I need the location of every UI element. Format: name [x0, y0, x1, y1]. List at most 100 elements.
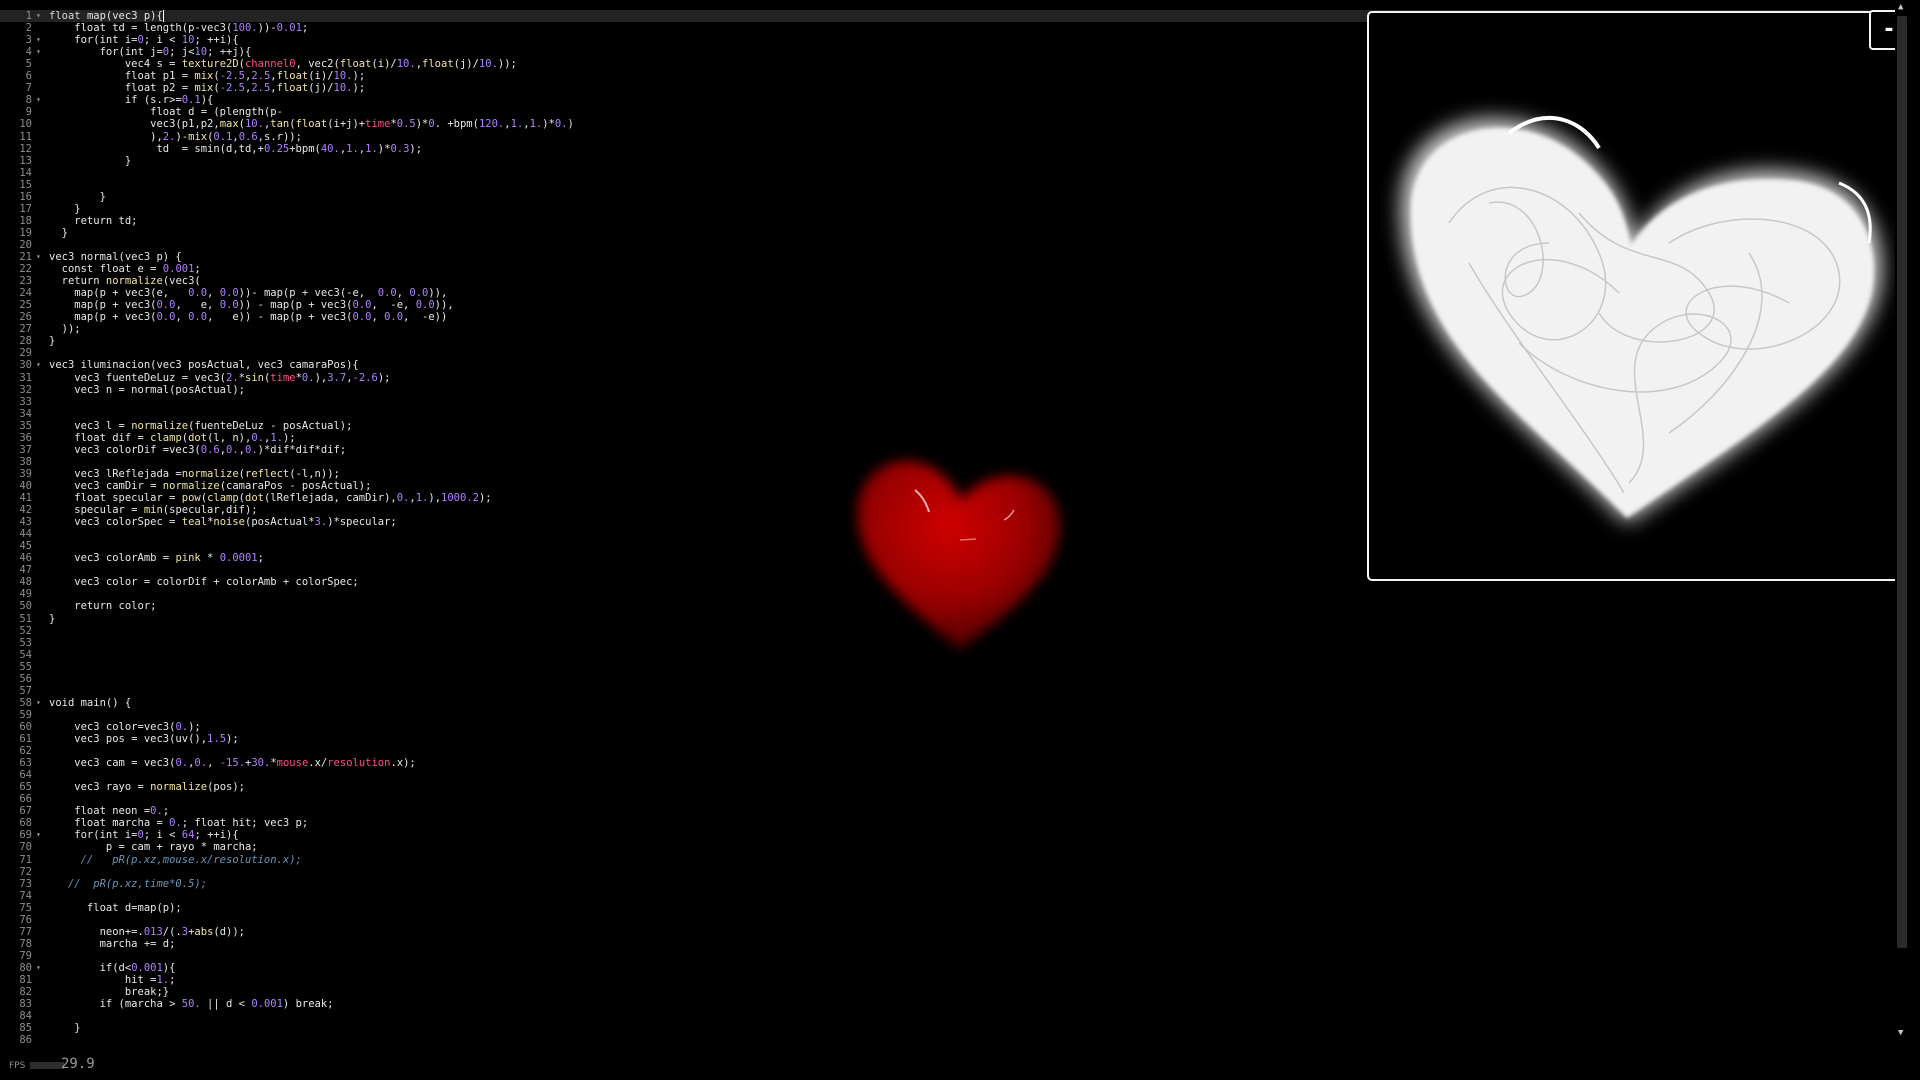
code-text: specular = min(specular,dif); [49, 504, 257, 516]
code-text: } [49, 155, 131, 167]
code-text: vec3 rayo = normalize(pos); [49, 781, 245, 793]
fold-arrow-icon[interactable]: ▾ [36, 94, 41, 106]
code-text: float dif = clamp(dot(l, n),0.,1.); [49, 431, 295, 444]
line-number: 77 [19, 925, 32, 938]
code-token: map(p + vec3(e, [49, 287, 189, 300]
scroll-down-arrow-icon[interactable]: ▼ [1898, 1028, 1903, 1038]
code-token: 0.0 [188, 311, 208, 324]
line-number: 78 [19, 937, 32, 950]
code-token: normalize [162, 479, 220, 492]
code-token: 013 [143, 925, 163, 938]
code-token: . +bpm( [434, 118, 479, 131]
line-number: 59 [19, 708, 32, 721]
fold-arrow-icon[interactable]: ▾ [36, 34, 41, 46]
code-token: ; [194, 263, 201, 276]
fold-arrow-icon[interactable]: ▾ [36, 697, 41, 709]
code-token: ))- [257, 22, 277, 35]
code-token: .x/ [308, 757, 328, 770]
code-token: ), [49, 130, 163, 143]
line-number: 84 [19, 1010, 32, 1023]
code-token: } [49, 190, 106, 203]
code-token: 0.3 [390, 142, 410, 155]
code-token: 0. [245, 443, 258, 456]
code-token: 0.6 [200, 443, 220, 456]
code-token: (vec3( [162, 275, 201, 288]
line-number: 41 [19, 492, 32, 504]
code-token: normalize [131, 419, 189, 432]
line-number: 5 [25, 58, 32, 71]
preview-panel[interactable] [1367, 11, 1907, 581]
code-token: ))- map(p + vec3(-e, [238, 287, 378, 300]
line-number: 27 [19, 323, 32, 336]
line-number: 69 [19, 829, 32, 842]
code-text: vec3 color=vec3(0.); [49, 721, 200, 733]
code-token: float d = (plength(p- [49, 106, 283, 119]
code-token: 1. [365, 142, 378, 155]
code-token: 1. [270, 431, 283, 444]
code-token: } [49, 202, 81, 215]
fold-arrow-icon[interactable]: ▾ [36, 962, 41, 974]
code-token: 0.0 [352, 311, 372, 324]
code-token: , [371, 311, 385, 324]
line-number: 12 [19, 142, 32, 155]
fold-arrow-icon[interactable]: ▾ [36, 359, 41, 371]
code-token: vec3 iluminacion(vec3 posActual, vec3 ca… [49, 359, 359, 372]
code-token: 30. [251, 757, 271, 770]
fold-arrow-icon[interactable]: ▾ [36, 829, 41, 841]
line-number: 30 [19, 359, 32, 372]
line-number: 56 [19, 672, 32, 685]
code-token: , [396, 287, 410, 300]
code-token: vec3 l = [49, 419, 132, 432]
code-token: ; ++j){ [207, 46, 252, 59]
code-token: mouse [276, 757, 309, 770]
fold-arrow-icon[interactable]: ▾ [36, 251, 41, 263]
code-token: pow [181, 492, 201, 504]
fold-arrow-icon[interactable]: ▾ [36, 10, 41, 22]
line-number: 46 [19, 552, 32, 565]
code-token: for(int i= [49, 34, 138, 47]
line-number: 6 [25, 70, 32, 83]
code-token: float [276, 70, 309, 83]
line-number: 8 [25, 94, 32, 107]
code-token: /(. [162, 925, 182, 938]
code-token: ; j< [169, 46, 195, 59]
code-text: vec3 colorAmb = pink * 0.0001; [49, 552, 264, 564]
code-text: vec3 l = normalize(fuenteDeLuz - posActu… [49, 420, 352, 432]
code-token: float td = [49, 22, 144, 35]
code-text: vec3 camDir = normalize(camaraPos - posA… [49, 480, 371, 492]
line-number: 21 [19, 251, 32, 263]
line-number: 26 [19, 311, 32, 324]
code-token: vec4 s = [49, 58, 182, 71]
code-token: ){ [162, 961, 176, 974]
code-token: mix [188, 130, 208, 143]
line-number: 16 [19, 190, 32, 203]
code-text: } [49, 335, 55, 347]
scrollbar-thumb[interactable] [1897, 16, 1907, 948]
code-token: pink [175, 552, 201, 565]
line-number: 19 [19, 226, 32, 239]
fold-arrow-icon[interactable]: ▾ [36, 46, 41, 58]
code-token: ); [352, 82, 366, 95]
code-token: texture2D( [181, 58, 245, 71]
line-number: 39 [19, 467, 32, 480]
line-number: 68 [19, 817, 32, 830]
code-text: if (s.r>=0.1){ [49, 94, 214, 107]
code-token: } [49, 154, 132, 167]
code-token: 50. [181, 998, 201, 1011]
fps-value: 29.9 [61, 1056, 95, 1072]
code-token: time [270, 371, 296, 384]
code-token: 0. [226, 443, 239, 456]
code-token: 10. [478, 58, 498, 71]
code-token: 0.1 [181, 94, 201, 107]
code-text: } [49, 227, 68, 239]
line-number: 14 [19, 166, 32, 179]
scroll-up-arrow-icon[interactable]: ▲ [1898, 2, 1903, 12]
code-token: ), [314, 371, 328, 384]
line-number: 60 [19, 720, 32, 733]
text-caret [162, 10, 171, 22]
code-token: 2. [226, 371, 239, 384]
code-text: vec4 s = texture2D(channel0, vec2(float(… [49, 58, 517, 70]
code-text: map(p + vec3(0.0, e, 0.0)) - map(p + vec… [49, 299, 453, 311]
code-token: 10. [333, 70, 353, 83]
code-text: return td; [49, 215, 137, 227]
